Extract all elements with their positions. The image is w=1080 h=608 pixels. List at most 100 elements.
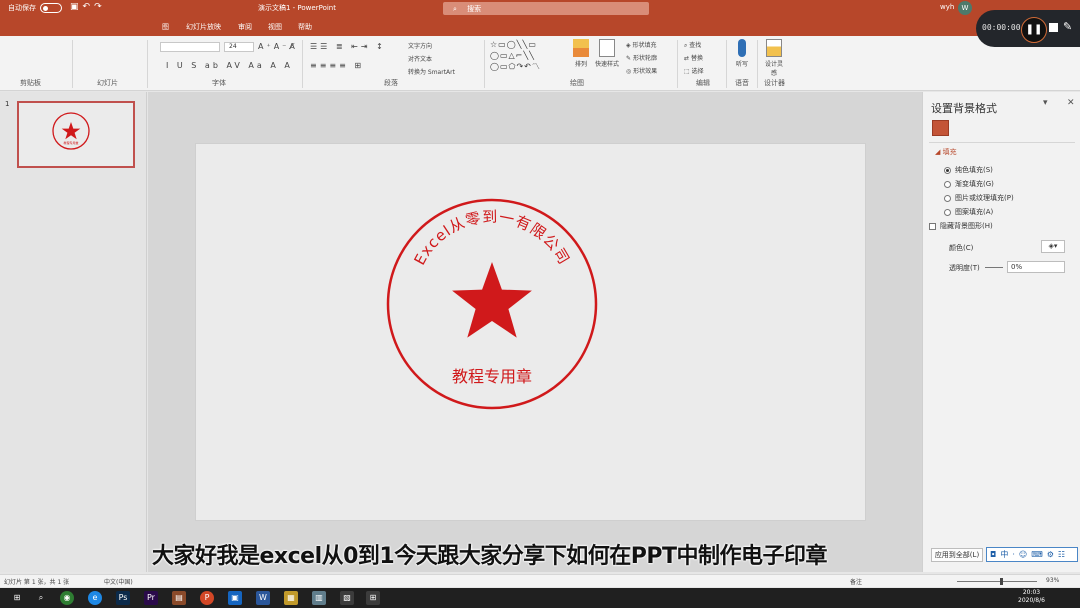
group-editing-label: 编辑 [696,79,710,87]
group-clipboard-label: 剪贴板 [20,79,41,87]
system-clock[interactable]: 20:03 2020/8/6 [1018,589,1045,605]
search-icon[interactable]: ⌕ [34,591,48,605]
font-size-field[interactable]: 24 [224,42,254,52]
photoshop-icon[interactable]: Ps [116,591,130,605]
tab-slideshow[interactable]: 幻灯片放映 [186,22,221,32]
zoom-level[interactable]: 93% [1046,577,1059,584]
star-icon [452,262,532,338]
text-direction-button[interactable]: 文字方向 [408,41,432,50]
designer-button[interactable]: 设计灵感 [763,39,785,77]
pane-divider [929,142,1075,143]
pen-icon[interactable]: ✎ [1063,20,1072,33]
windows-start-icon[interactable]: ⊞ [10,591,24,605]
app-icon[interactable]: ▦ [284,591,298,605]
seal-graphic[interactable]: Excel从零到一有限公司 教程专用章 [196,144,867,522]
title-bar: 自动保存 ▣↶↷ 演示文稿1 - PowerPoint ⌕ 搜索 wyh W [0,0,1080,17]
zoom-slider[interactable] [957,581,1037,582]
solid-fill-option[interactable]: 纯色填充(S) [944,165,993,175]
find-icon: ⌕ [684,42,688,49]
smartart-button[interactable]: 转换为 SmartArt [408,67,455,76]
designer-icon [766,39,782,57]
language-indicator[interactable]: 中文(中国) [104,577,133,586]
fill-category-icon[interactable] [932,120,949,136]
tab-draw[interactable]: 图 [162,22,169,32]
dictate-button[interactable]: 听写 [733,39,751,68]
recording-timer: 00:00:00 [982,23,1021,32]
word-icon[interactable]: W [256,591,270,605]
autosave-toggle[interactable] [40,3,62,13]
hide-background-graphics-option[interactable]: 隐藏背景图形(H) [929,221,993,231]
radio-picture[interactable] [944,194,951,202]
premiere-icon[interactable]: Pr [144,591,158,605]
app-icon[interactable]: ▤ [172,591,186,605]
tab-view[interactable]: 视图 [268,22,282,32]
pattern-fill-option[interactable]: 图案填充(A) [944,207,993,217]
align-text-button[interactable]: 对齐文本 [408,54,432,63]
group-divider [147,40,148,88]
edge-icon[interactable]: e [88,591,102,605]
group-drawing-label: 绘图 [570,79,584,87]
shape-fill-button[interactable]: ◈ 形状填充 [626,40,657,49]
radio-gradient[interactable] [944,180,951,188]
app-icon[interactable]: ▥ [312,591,326,605]
shape-effects-label: 形状效果 [633,68,658,75]
stop-icon[interactable] [1049,23,1058,32]
tab-help[interactable]: 帮助 [298,22,312,32]
pause-icon[interactable]: ❚❚ [1021,17,1047,43]
arrange-button[interactable]: 排列 [571,39,591,68]
app-icon[interactable]: ⊞ [366,591,380,605]
clock-time: 20:03 [1022,589,1041,596]
zoom-slider-thumb[interactable] [1000,578,1003,585]
font-name-field[interactable] [160,42,220,52]
align-buttons[interactable]: ≡≡≡≡ ⊞ [310,61,364,70]
save-icon[interactable]: ▣ [70,2,83,12]
group-divider [757,40,758,88]
apply-to-all-button[interactable]: 应用到全部(L) [931,548,983,562]
slide[interactable]: Excel从零到一有限公司 教程专用章 [195,143,866,521]
fill-section-header[interactable]: ◢ 填充 [935,147,957,157]
find-button[interactable]: ⌕ 查找 [684,40,701,50]
ime-toolbar[interactable]: ◘中·☺⌨⚙☷ [986,547,1078,562]
transparency-slider[interactable] [985,267,1003,268]
replace-button[interactable]: ⇄ 替换 [684,53,703,62]
gradient-fill-option[interactable]: 渐变填充(G) [944,179,994,189]
group-voice-label: 语音 [735,79,749,87]
pane-options-chevron-icon[interactable]: ▾ [1043,98,1048,108]
close-icon[interactable]: ✕ [1067,98,1075,108]
radio-pattern[interactable] [944,208,951,216]
avatar[interactable]: W [958,1,972,15]
font-format-buttons[interactable]: I U S ab AV Aa A A [166,61,293,70]
notes-button[interactable]: 备注 [850,577,862,586]
hide-graphics-label: 隐藏背景图形(H) [940,222,993,230]
undo-icon[interactable]: ↶ [83,2,95,12]
shape-outline-button[interactable]: ✎ 形状轮廓 [626,53,657,62]
arrange-icon [573,39,589,57]
transparency-field[interactable]: 0% [1007,261,1065,273]
shape-effects-button[interactable]: ◎ 形状效果 [626,66,657,75]
redo-icon[interactable]: ↷ [94,2,106,12]
quick-access-toolbar[interactable]: ▣↶↷ [70,2,106,12]
font-size-buttons[interactable]: A⁺A⁻A̸ [258,42,298,51]
shape-gallery[interactable]: ☆▭◯╲╲▭ ◯▭△⌐╲╲ ◯▭⬠↷↶〽 [490,39,562,75]
chrome-icon[interactable]: ◉ [60,591,74,605]
radio-solid[interactable] [944,166,951,174]
user-name[interactable]: wyh [940,3,954,11]
search-icon: ⌕ [453,5,457,13]
quick-styles-button[interactable]: 快速样式 [594,39,620,68]
find-label: 查找 [689,42,702,49]
search-box[interactable]: ⌕ 搜索 [443,2,649,15]
list-buttons[interactable]: ☰☰ ≣ ⇤⇥ ↕ [310,42,386,51]
hide-graphics-checkbox[interactable] [929,222,936,230]
pattern-fill-label: 图案填充(A) [955,208,994,216]
tab-review[interactable]: 审阅 [238,22,252,32]
powerpoint-icon[interactable]: P [200,591,214,605]
recorder-app-icon[interactable]: ▣ [228,591,242,605]
color-picker-button[interactable]: ◈▾ [1041,240,1065,253]
select-button[interactable]: ⬚ 选择 [684,66,704,75]
collapse-triangle-icon: ◢ [935,148,941,156]
paint-bucket-icon: ◈▾ [1048,242,1058,250]
picture-fill-option[interactable]: 图片或纹理填充(P) [944,193,1014,203]
app-icon[interactable]: ▧ [340,591,354,605]
replace-icon: ⇄ [684,55,690,62]
slide-thumbnail[interactable]: 教程专用章 [17,101,135,168]
